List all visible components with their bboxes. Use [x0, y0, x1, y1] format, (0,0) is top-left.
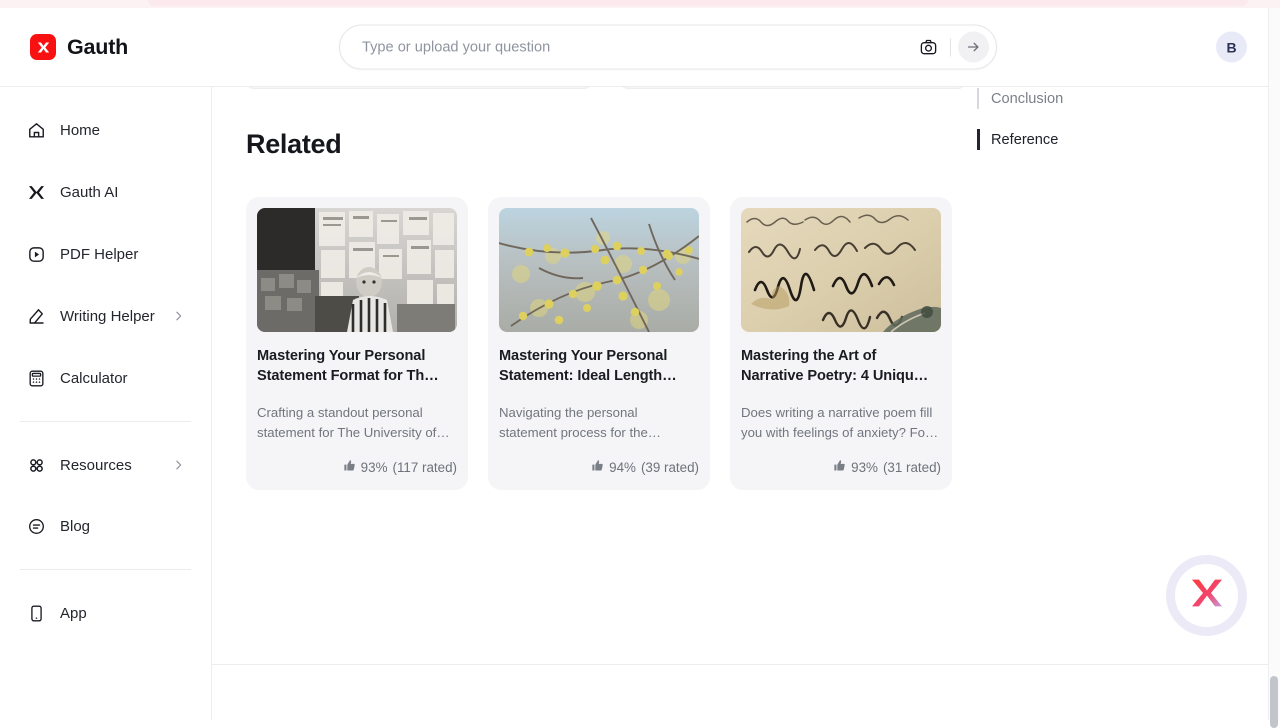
- card-rating-percent: 94%: [609, 460, 636, 475]
- mobile-phone-icon: [26, 603, 46, 623]
- grid-icon: [26, 455, 46, 475]
- sidebar-item-writing-helper[interactable]: Writing Helper: [14, 295, 197, 337]
- card-thumbnail: [257, 208, 457, 332]
- page-scrollbar-track[interactable]: [1268, 8, 1280, 720]
- search-bar[interactable]: [339, 25, 997, 70]
- scrolled-off-card: [246, 87, 592, 89]
- sidebar-label-calculator: Calculator: [60, 370, 128, 387]
- brand-logo[interactable]: Gauth: [30, 34, 128, 60]
- toc-label: Reference: [991, 132, 1058, 148]
- nav-spacer: [0, 151, 211, 171]
- nav-spacer: [0, 337, 211, 357]
- card-rating-count: (117 rated): [392, 460, 457, 475]
- top-promo-strip: [0, 0, 1280, 8]
- gauth-ai-icon: [26, 182, 46, 202]
- sidebar-item-app[interactable]: App: [14, 592, 197, 634]
- sidebar-label-blog: Blog: [60, 518, 90, 535]
- related-card[interactable]: Mastering Your Personal Statement: Ideal…: [488, 197, 710, 490]
- gauth-logo-icon: [30, 34, 56, 60]
- card-title: Mastering Your Personal Statement: Ideal…: [499, 347, 699, 387]
- pdf-helper-icon: [26, 244, 46, 264]
- pen-icon: [26, 306, 46, 326]
- app-header: Gauth B: [0, 8, 1280, 87]
- card-thumbnail: [499, 208, 699, 332]
- sidebar-item-resources[interactable]: Resources: [14, 444, 197, 486]
- sidebar-divider-2: [20, 569, 191, 570]
- sidebar-item-blog[interactable]: Blog: [14, 505, 197, 547]
- nav-spacer: [0, 275, 211, 295]
- chevron-right-icon: [172, 310, 185, 323]
- sidebar-label-writing-helper: Writing Helper: [60, 308, 155, 325]
- card-rating-percent: 93%: [851, 460, 878, 475]
- card-thumbnail: [741, 208, 941, 332]
- toc-item-conclusion[interactable]: Conclusion: [977, 83, 1257, 115]
- main-content: Related: [212, 87, 1268, 720]
- sidebar-item-gauth-ai[interactable]: Gauth AI: [14, 171, 197, 213]
- thumbs-up-icon: [343, 459, 356, 475]
- camera-icon[interactable]: [913, 32, 943, 62]
- nav-spacer: [0, 486, 211, 505]
- sidebar-label-gauth-ai: Gauth AI: [60, 184, 118, 201]
- footer-divider: [212, 664, 1268, 665]
- related-card-list: Mastering Your Personal Statement Format…: [246, 197, 952, 490]
- sidebar-label-resources: Resources: [60, 457, 132, 474]
- thumbs-up-icon: [591, 459, 604, 475]
- sidebar-label-pdf-helper: PDF Helper: [60, 246, 138, 263]
- sidebar-item-home[interactable]: Home: [14, 109, 197, 151]
- card-title: Mastering Your Personal Statement Format…: [257, 347, 457, 387]
- card-description: Does writing a narrative poem fill you w…: [741, 403, 941, 442]
- page-scrollbar-thumb[interactable]: [1270, 676, 1278, 728]
- sidebar-item-calculator[interactable]: Calculator: [14, 357, 197, 399]
- search-input[interactable]: [340, 39, 913, 55]
- scrolled-off-cards: [246, 87, 966, 89]
- chevron-right-icon: [172, 459, 185, 472]
- card-rating-count: (31 rated): [883, 460, 941, 475]
- sidebar-divider-1: [20, 421, 191, 422]
- card-rating-count: (39 rated): [641, 460, 699, 475]
- sidebar-label-home: Home: [60, 122, 100, 139]
- blog-icon: [26, 516, 46, 536]
- toc-marker: [977, 88, 979, 109]
- toc-marker: [977, 129, 980, 150]
- related-card[interactable]: Mastering the Art of Narrative Poetry: 4…: [730, 197, 952, 490]
- page-title: Related: [246, 129, 341, 160]
- search-divider: [950, 38, 951, 56]
- brand-name: Gauth: [67, 35, 128, 60]
- card-rating: 94% (39 rated): [499, 459, 699, 475]
- top-promo-strip-inner: [148, 0, 1248, 6]
- avatar-initial: B: [1226, 39, 1236, 55]
- home-icon: [26, 120, 46, 140]
- card-rating: 93% (31 rated): [741, 459, 941, 475]
- card-rating-percent: 93%: [361, 460, 388, 475]
- toc-label: Conclusion: [991, 91, 1063, 107]
- related-card[interactable]: Mastering Your Personal Statement Format…: [246, 197, 468, 490]
- calculator-icon: [26, 368, 46, 388]
- sidebar-item-pdf-helper[interactable]: PDF Helper: [14, 233, 197, 275]
- card-title: Mastering the Art of Narrative Poetry: 4…: [741, 347, 941, 387]
- table-of-contents: Conclusion Reference: [977, 87, 1257, 156]
- card-description: Crafting a standout personal statement f…: [257, 403, 457, 442]
- card-rating: 93% (117 rated): [257, 459, 457, 475]
- gauth-chat-fab[interactable]: [1166, 555, 1247, 636]
- nav-spacer: [0, 213, 211, 233]
- card-description: Navigating the personal statement proces…: [499, 403, 699, 442]
- toc-item-reference[interactable]: Reference: [977, 124, 1257, 156]
- left-sidebar: Home Gauth AI PDF Helper Writing Helper: [0, 87, 212, 720]
- gauth-chat-icon: [1187, 573, 1227, 618]
- avatar[interactable]: B: [1216, 32, 1247, 63]
- scrolled-off-card: [620, 87, 966, 89]
- sidebar-label-app: App: [60, 605, 87, 622]
- thumbs-up-icon: [833, 459, 846, 475]
- search-submit-button[interactable]: [958, 32, 989, 63]
